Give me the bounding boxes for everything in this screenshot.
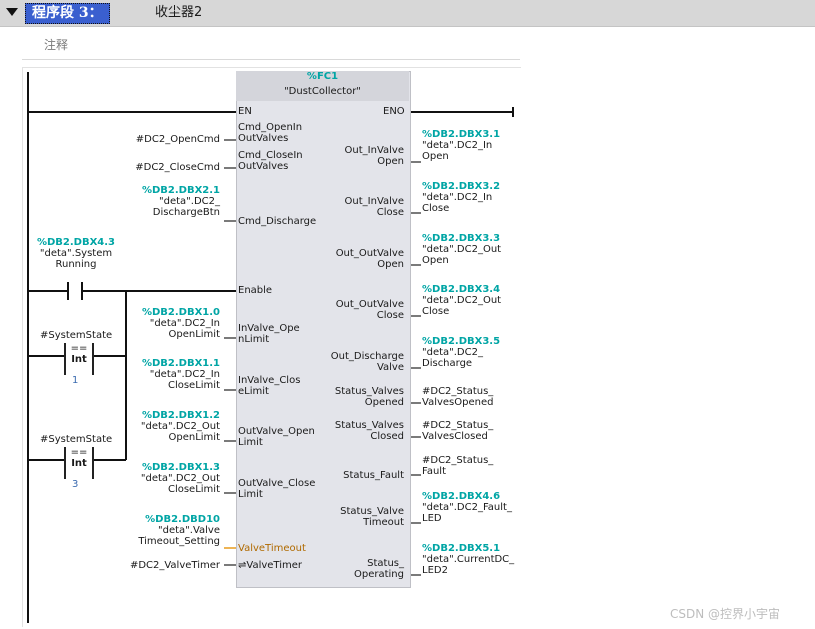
operand-fault-led[interactable]: %DB2.DBX4.6 "deta".DC2_Fault_ LED: [422, 491, 512, 524]
pin-en: EN: [238, 106, 252, 117]
operand-out-discharge[interactable]: %DB2.DBX3.5 "deta".DC2_ Discharge: [422, 336, 500, 369]
pin-status-valves-opened: Status_Valves Opened: [334, 386, 404, 408]
block-address: %FC1: [306, 71, 339, 82]
pin-eno: ENO: [383, 106, 405, 117]
compare-block-2[interactable]: == Int: [64, 447, 94, 479]
pin-valvetimeout: ValveTimeout: [238, 543, 306, 554]
operand-out-outvalve-open[interactable]: %DB2.DBX3.3 "deta".DC2_Out Open: [422, 233, 501, 266]
operand-valve-timeout-setting[interactable]: %DB2.DBD10 "deta".Valve Timeout_Setting: [112, 514, 220, 547]
pin-invalve-openlimit: InValve_Ope nLimit: [238, 323, 300, 345]
pin-out-outvalve-close: Out_OutValve Close: [335, 299, 404, 321]
pin-invalve-closelimit: InValve_Clos eLimit: [238, 375, 301, 397]
operand-out-outvalve-close[interactable]: %DB2.DBX3.4 "deta".DC2_Out Close: [422, 284, 501, 317]
pin-out-invalve-close: Out_InValve Close: [344, 196, 404, 218]
compare2-operand[interactable]: #SystemState: [40, 434, 112, 445]
operand-out-invalve-close[interactable]: %DB2.DBX3.2 "deta".DC2_In Close: [422, 181, 500, 214]
operand-status-valves-opened[interactable]: #DC2_Status_ ValvesOpened: [422, 386, 493, 408]
operand-invalve-closelimit[interactable]: %DB2.DBX1.1 "deta".DC2_In CloseLimit: [112, 358, 220, 391]
pin-status-valves-closed: Status_Valves Closed: [334, 420, 404, 442]
pin-status-fault: Status_Fault: [343, 470, 404, 481]
pin-valvetimer: ⇌ValveTimer: [238, 560, 303, 571]
operand-invalve-openlimit[interactable]: %DB2.DBX1.0 "deta".DC2_In OpenLimit: [112, 307, 220, 340]
operand-dc2-closecmd[interactable]: #DC2_CloseCmd: [112, 162, 220, 173]
operand-outvalve-closelimit[interactable]: %DB2.DBX1.3 "deta".DC2_Out CloseLimit: [112, 462, 220, 495]
pin-cmd-open: Cmd_OpenIn OutValves: [238, 122, 303, 144]
compare2-value[interactable]: 3: [72, 479, 78, 490]
operand-dc2-opencmd[interactable]: #DC2_OpenCmd: [112, 134, 220, 145]
pin-out-outvalve-open: Out_OutValve Open: [335, 248, 404, 270]
operand-discharge-btn[interactable]: %DB2.DBX2.1 "deta".DC2_ DischargeBtn: [112, 185, 220, 218]
pin-enable: Enable: [238, 285, 273, 296]
operand-dc2-valvetimer[interactable]: #DC2_ValveTimer: [112, 560, 220, 571]
operand-outvalve-openlimit[interactable]: %DB2.DBX1.2 "deta".DC2_Out OpenLimit: [112, 410, 220, 443]
pin-outvalve-closelimit: OutValve_Close Limit: [238, 478, 316, 500]
pin-status-valve-timeout: Status_Valve Timeout: [340, 506, 404, 528]
compare1-value[interactable]: 1: [72, 375, 78, 386]
watermark: CSDN @控界小宇宙: [670, 607, 781, 621]
pin-cmd-close: Cmd_CloseIn OutValves: [238, 150, 303, 172]
operand-current-led2[interactable]: %DB2.DBX5.1 "deta".CurrentDC_ LED2: [422, 543, 514, 576]
compare1-operand[interactable]: #SystemState: [40, 330, 112, 341]
pin-out-invalve-open: Out_InValve Open: [344, 145, 404, 167]
contact-system-running[interactable]: %DB2.DBX4.3 "deta".System Running: [30, 237, 122, 270]
operand-status-fault[interactable]: #DC2_Status_ Fault: [422, 455, 493, 477]
pin-out-discharge-valve: Out_Discharge Valve: [330, 351, 404, 373]
compare-block-1[interactable]: == Int: [64, 343, 94, 375]
block-name[interactable]: "DustCollector": [236, 86, 409, 97]
pin-status-operating: Status_ Operating: [354, 558, 404, 580]
operand-status-valves-closed[interactable]: #DC2_Status_ ValvesClosed: [422, 420, 493, 442]
operand-out-invalve-open[interactable]: %DB2.DBX3.1 "deta".DC2_In Open: [422, 129, 500, 162]
